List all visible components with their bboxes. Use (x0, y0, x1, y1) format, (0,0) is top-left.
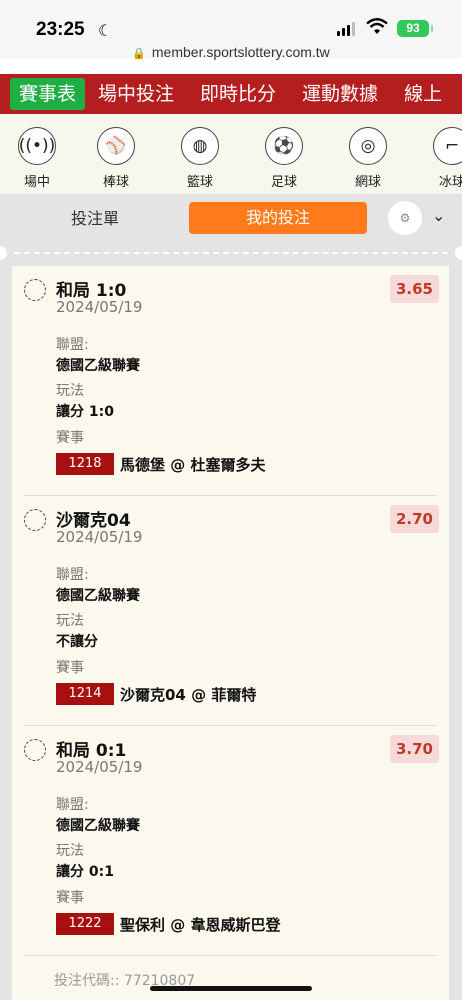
basketball-icon: ◍ (181, 127, 219, 165)
play-label: 玩法 (56, 383, 84, 399)
sport-tennis[interactable]: ◎ 網球 (326, 114, 410, 194)
sports-selector: ((•)) 場中 ⚾ 棒球 ◍ 籃球 ⚽ 足球 ◎ 網球 ⌐ 冰球 (0, 114, 462, 194)
league-value: 德國乙級聯賽 (56, 818, 140, 834)
bet-item[interactable]: 沙爾克04 2024/05/19 2.70 聯盟: 德國乙級聯賽 玩法 不讓分 … (24, 496, 439, 726)
bet-item[interactable]: 和局 1:0 2024/05/19 3.65 聯盟: 德國乙級聯賽 玩法 讓分 … (24, 266, 439, 496)
status-pending-icon (24, 509, 46, 531)
bet-date: 2024/05/19 (56, 298, 143, 316)
sport-live[interactable]: ((•)) 場中 (0, 114, 74, 194)
league-value: 德國乙級聯賽 (56, 588, 140, 604)
tab-live-scores[interactable]: 即時比分 (187, 78, 289, 110)
play-value: 讓分 1:0 (56, 404, 114, 420)
my-bets-list[interactable]: 和局 1:0 2024/05/19 3.65 聯盟: 德國乙級聯賽 玩法 讓分 … (12, 266, 449, 1000)
league-value: 德國乙級聯賽 (56, 358, 140, 374)
sport-soccer[interactable]: ⚽ 足球 (242, 114, 326, 194)
url-text: member.sportslottery.com.tw (151, 44, 330, 60)
ticket-tear-divider (0, 246, 462, 260)
live-signal-icon: ((•)) (18, 127, 56, 165)
tab-online[interactable]: 線上 (391, 78, 455, 110)
odds-badge: 3.65 (389, 275, 439, 303)
panel-header: 投注單 我的投注 ⚙ ⌄ (0, 194, 462, 246)
tab-live-betting[interactable]: 場中投注 (85, 78, 187, 110)
wifi-icon (366, 18, 388, 34)
soccer-icon: ⚽ (265, 127, 303, 165)
play-value: 不讓分 (56, 634, 98, 650)
status-pending-icon (24, 739, 46, 761)
tab-my-bets[interactable]: 我的投注 (189, 202, 367, 234)
league-label: 聯盟: (56, 337, 89, 353)
event-match: 馬德堡 @ 杜塞爾多夫 (120, 456, 266, 474)
chevron-down-icon[interactable]: ⌄ (432, 206, 445, 225)
moon-icon: ☾ (98, 21, 113, 40)
odds-badge: 3.70 (389, 735, 439, 763)
sport-label: 冰球 (438, 175, 462, 190)
tab-sports-data[interactable]: 運動數據 (289, 78, 391, 110)
bet-date: 2024/05/19 (56, 528, 143, 546)
event-label: 賽事 (56, 890, 84, 906)
event-label: 賽事 (56, 430, 84, 446)
event-match: 聖保利 @ 韋恩威斯巴登 (120, 916, 281, 934)
bet-item[interactable]: 和局 0:1 2024/05/19 3.70 聯盟: 德國乙級聯賽 玩法 讓分 … (24, 726, 439, 956)
hockey-icon: ⌐ (433, 127, 462, 165)
play-label: 玩法 (56, 613, 84, 629)
bet-panel: 投注單 我的投注 ⚙ ⌄ 和局 1:0 2024/05/19 3.65 聯盟: … (0, 194, 462, 1000)
sport-label: 網球 (354, 175, 381, 190)
event-label: 賽事 (56, 660, 84, 676)
sport-hockey[interactable]: ⌐ 冰球 (410, 114, 462, 194)
odds-badge: 2.70 (389, 505, 439, 533)
gear-icon[interactable]: ⚙ (388, 201, 422, 235)
bet-date: 2024/05/19 (56, 758, 143, 776)
status-pending-icon (24, 279, 46, 301)
event-match: 沙爾克04 @ 菲爾特 (120, 686, 257, 704)
sport-label: 棒球 (102, 175, 129, 190)
sport-label: 足球 (270, 175, 297, 190)
sport-baseball[interactable]: ⚾ 棒球 (74, 114, 158, 194)
event-id-badge: 1222 (56, 913, 114, 935)
event-id-badge: 1214 (56, 683, 114, 705)
tab-schedule[interactable]: 賽事表 (10, 78, 86, 110)
clock: 23:25 (36, 19, 85, 40)
event-id-badge: 1218 (56, 453, 114, 475)
tennis-icon: ◎ (349, 127, 387, 165)
sport-label: 場中 (23, 175, 50, 190)
sport-label: 籃球 (186, 175, 213, 190)
play-value: 讓分 0:1 (56, 864, 114, 880)
sport-basketball[interactable]: ◍ 籃球 (158, 114, 242, 194)
play-label: 玩法 (56, 843, 84, 859)
top-nav: 賽事表 場中投注 即時比分 運動數據 線上 (0, 74, 462, 114)
league-label: 聯盟: (56, 797, 89, 813)
battery-icon: 93 (397, 20, 433, 37)
url-bar[interactable]: 🔒 member.sportslottery.com.tw (0, 44, 462, 60)
league-label: 聯盟: (56, 567, 89, 583)
tab-bet-slip[interactable]: 投注單 (20, 203, 170, 235)
baseball-icon: ⚾ (97, 127, 135, 165)
signal-icon (337, 22, 355, 36)
home-indicator[interactable] (150, 986, 312, 991)
lock-icon: 🔒 (132, 48, 146, 60)
